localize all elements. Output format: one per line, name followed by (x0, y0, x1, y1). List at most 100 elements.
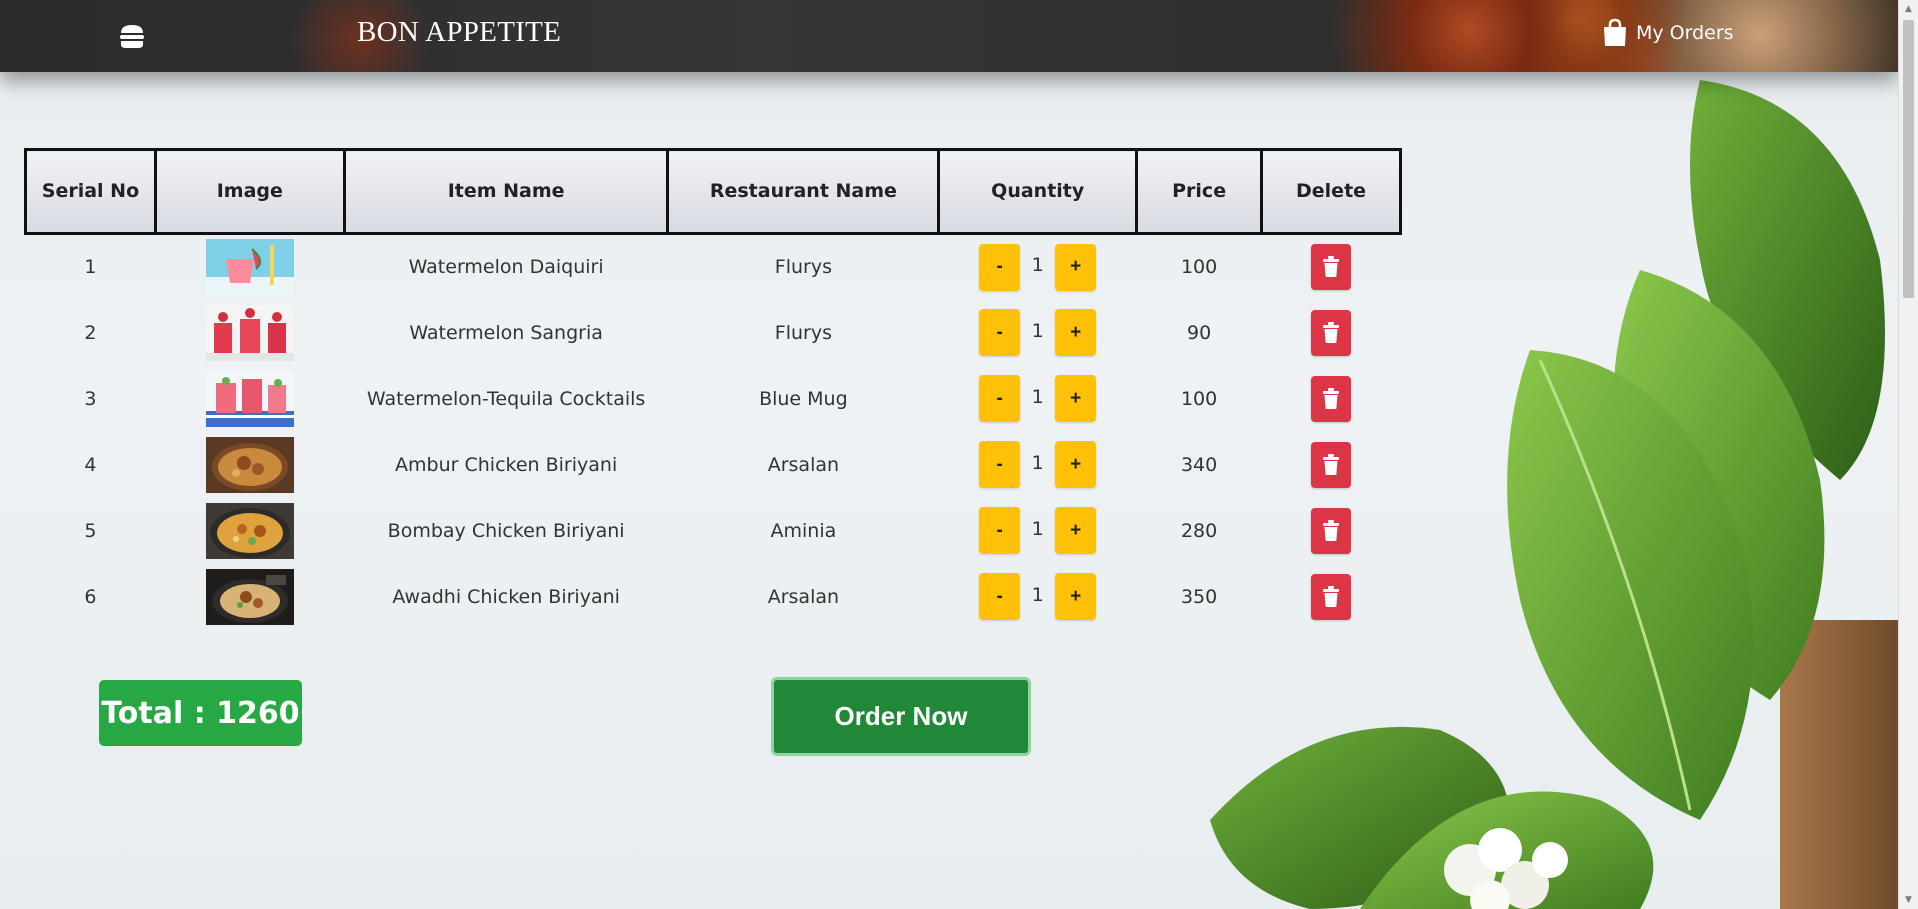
price-cell: 350 (1180, 585, 1218, 608)
order-now-button[interactable]: Order Now (771, 677, 1031, 756)
header-delete: Delete (1260, 148, 1402, 235)
header-image: Image (153, 148, 346, 235)
total-amount-badge: Total : 1260 (99, 680, 302, 746)
item-image-cell (155, 432, 344, 498)
item-name-cell: Watermelon Sangria (409, 321, 603, 344)
item-image-cell (155, 564, 344, 630)
cart-row: 4 Ambur Chicken Biriyani Arsalan -1 +340 (26, 432, 1401, 498)
scroll-up-arrow-icon[interactable]: ▲ (1899, 0, 1918, 18)
decrease-quantity-button[interactable]: - (979, 243, 1021, 291)
quantity-stepper: -1 + (979, 573, 1097, 620)
shopping-bag-icon (1604, 18, 1626, 46)
delete-item-button[interactable] (1311, 309, 1352, 356)
serial-no-cell: 1 (84, 256, 97, 279)
item-image-cell (155, 366, 344, 432)
quantity-cell: -1 + (939, 498, 1137, 564)
increase-quantity-button[interactable]: + (1055, 441, 1097, 488)
delete-cell (1262, 234, 1401, 300)
decrease-quantity-button[interactable]: - (979, 375, 1021, 422)
item-image-cell (155, 234, 344, 300)
delete-item-button[interactable] (1311, 441, 1352, 488)
price-cell: 100 (1180, 256, 1218, 279)
price-cell: 280 (1180, 519, 1218, 542)
serial-no-cell: 5 (84, 519, 97, 542)
my-orders-link[interactable]: My Orders (1602, 18, 1734, 48)
delete-cell (1262, 432, 1401, 498)
quantity-stepper: -1 + (979, 309, 1097, 356)
scroll-down-arrow-icon[interactable]: ▼ (1899, 891, 1918, 909)
burger-menu-icon[interactable] (118, 22, 146, 50)
biriyani-bowl-image (205, 436, 294, 493)
quantity-cell: -1 + (939, 564, 1137, 630)
trash-icon (1323, 387, 1340, 409)
decrease-quantity-button[interactable]: - (979, 309, 1021, 356)
decrease-quantity-button[interactable]: - (979, 573, 1021, 620)
trash-icon (1323, 256, 1340, 278)
cart-row: 3 Watermelon-Tequila Cocktails Blue Mug -1 +… (26, 366, 1401, 432)
decrease-quantity-button[interactable]: - (979, 441, 1021, 488)
serial-no-cell: 2 (84, 321, 97, 344)
quantity-value: 1 (1031, 583, 1044, 606)
increase-quantity-button[interactable]: + (1055, 507, 1097, 554)
restaurant-name-cell: Arsalan (767, 453, 840, 476)
header-item-name: Item Name (342, 148, 670, 235)
price-cell: 340 (1180, 453, 1218, 476)
header-price: Price (1135, 148, 1264, 235)
table-header-row: Serial No Image Item Name Restaurant Nam… (24, 148, 1402, 235)
item-name-cell: Awadhi Chicken Biriyani (392, 585, 620, 608)
sangria-glasses-image (205, 304, 294, 361)
restaurant-name-cell: Blue Mug (759, 387, 848, 410)
top-navbar: BON APPETITE My Orders (0, 0, 1898, 72)
page-scrollbar[interactable]: ▲ ▼ (1898, 0, 1918, 909)
restaurant-name-cell: Aminia (770, 519, 837, 542)
delete-item-button[interactable] (1311, 244, 1352, 291)
my-orders-label: My Orders (1636, 22, 1734, 44)
increase-quantity-button[interactable]: + (1055, 375, 1097, 422)
delete-cell (1262, 498, 1401, 564)
delete-cell (1262, 300, 1401, 366)
item-name-cell: Ambur Chicken Biriyani (395, 453, 618, 476)
delete-cell (1262, 564, 1401, 630)
quantity-value: 1 (1031, 319, 1044, 342)
quantity-stepper: -1 + (979, 243, 1097, 291)
item-name-cell: Bombay Chicken Biriyani (387, 519, 625, 542)
delete-item-button[interactable] (1311, 573, 1352, 620)
price-cell: 90 (1187, 321, 1212, 344)
brand-title[interactable]: BON APPETITE (357, 16, 561, 49)
increase-quantity-button[interactable]: + (1055, 243, 1097, 291)
quantity-cell: -1 + (939, 432, 1137, 498)
quantity-value: 1 (1031, 385, 1044, 408)
quantity-stepper: -1 + (979, 507, 1097, 554)
serial-no-cell: 4 (84, 453, 97, 476)
cart-table: Serial No Image Item Name Restaurant Nam… (24, 148, 1402, 630)
price-cell: 100 (1180, 387, 1218, 410)
watermelon-drink-image (205, 239, 294, 296)
item-name-cell: Watermelon-Tequila Cocktails (366, 387, 646, 410)
restaurant-name-cell: Flurys (774, 256, 832, 279)
restaurant-name-cell: Arsalan (767, 585, 840, 608)
scrollbar-thumb[interactable] (1903, 20, 1914, 298)
trash-icon (1323, 453, 1340, 475)
cart-row: 5 Bombay Chicken Biriyani Aminia -1 +280 (26, 498, 1401, 564)
biriyani-dark-plate-image (205, 568, 294, 625)
trash-icon (1323, 585, 1340, 607)
quantity-stepper: -1 + (979, 441, 1097, 488)
increase-quantity-button[interactable]: + (1055, 573, 1097, 620)
delete-item-button[interactable] (1311, 375, 1352, 422)
cart-row: 1 Watermelon Daiquiri Flurys -1 +100 (26, 234, 1401, 300)
item-image-cell (155, 498, 344, 564)
decrease-quantity-button[interactable]: - (979, 507, 1021, 554)
quantity-value: 1 (1031, 451, 1044, 474)
biriyani-plate-image (205, 502, 294, 559)
cart-row: 2 Watermelon Sangria Flurys -1 +90 (26, 300, 1401, 366)
quantity-value: 1 (1031, 517, 1044, 540)
quantity-cell: -1 + (939, 300, 1137, 366)
quantity-cell: -1 + (939, 366, 1137, 432)
delete-item-button[interactable] (1311, 507, 1352, 554)
serial-no-cell: 3 (84, 387, 97, 410)
trash-icon (1323, 519, 1340, 541)
cart-row: 6 Awadhi Chicken Biriyani Arsalan -1 +350 (26, 564, 1401, 630)
header-restaurant-name: Restaurant Name (666, 148, 941, 235)
cocktail-glasses-image (205, 370, 294, 427)
increase-quantity-button[interactable]: + (1055, 309, 1097, 356)
